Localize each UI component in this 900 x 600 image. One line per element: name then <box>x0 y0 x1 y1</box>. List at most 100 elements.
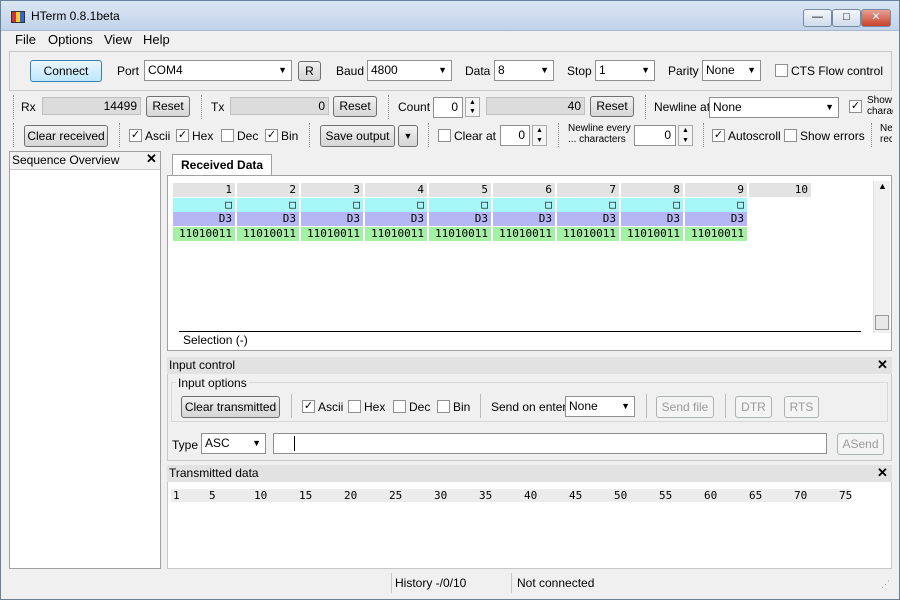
stop-bits-select[interactable]: 1 ▼ <box>595 60 655 81</box>
port-select[interactable]: COM4 ▼ <box>144 60 292 81</box>
vertical-scrollbar[interactable]: ▲ <box>873 181 890 333</box>
input-bin-checkbox[interactable] <box>437 400 450 413</box>
maximize-button[interactable]: □ <box>832 9 861 27</box>
send-file-button[interactable]: Send file <box>656 396 714 418</box>
ruler-tick-label: 20 <box>344 489 358 502</box>
count-spinner[interactable]: 0 <box>433 97 463 118</box>
ruler-tick-label: 55 <box>659 489 673 502</box>
toolbar-grip <box>13 123 14 147</box>
count-spin-arrows[interactable]: ▲ ▼ <box>465 97 480 117</box>
display-bin-checkbox[interactable]: ✓ <box>265 129 278 142</box>
tx-reset-button[interactable]: Reset <box>333 96 377 117</box>
close-icon[interactable]: ✕ <box>877 465 888 481</box>
newline-every-spinner[interactable]: 0 <box>634 125 676 146</box>
display-dec-checkbox[interactable] <box>221 129 234 142</box>
tx-counter: 0 <box>230 97 329 115</box>
newline-every-spin-arrows[interactable]: ▲ ▼ <box>678 125 693 146</box>
display-dec-label: Dec <box>237 129 259 143</box>
scroll-up-icon[interactable]: ▲ <box>878 181 887 191</box>
count-reset-button[interactable]: Reset <box>590 96 634 117</box>
refresh-ports-button[interactable]: R <box>298 61 321 81</box>
hex-cell: D3 <box>621 212 683 226</box>
clear-at-spin-arrows[interactable]: ▲ ▼ <box>532 125 547 146</box>
rts-button[interactable]: RTS <box>784 396 819 418</box>
separator <box>480 394 481 418</box>
selection-label: Selection (-) <box>183 333 248 347</box>
display-ascii-label: Ascii <box>145 129 171 143</box>
autoscroll-checkbox[interactable]: ✓ <box>712 129 725 142</box>
show-errors-checkbox[interactable] <box>784 129 797 142</box>
save-output-dropdown[interactable]: ▼ <box>398 125 418 147</box>
show-characters-checkbox[interactable]: ✓ <box>849 100 862 113</box>
ascii-cell: □ <box>557 198 619 212</box>
menu-file[interactable]: File <box>15 32 36 47</box>
minimize-button[interactable]: — <box>803 9 832 27</box>
baud-select[interactable]: 4800 ▼ <box>367 60 452 81</box>
asend-button[interactable]: ASend <box>837 433 884 455</box>
clear-at-label: Clear at <box>454 129 497 143</box>
close-icon[interactable]: ✕ <box>146 151 157 167</box>
send-on-enter-select[interactable]: None ▼ <box>565 396 635 417</box>
hex-cell: D3 <box>685 212 747 226</box>
ascii-cell: □ <box>685 198 747 212</box>
column-header: 9 <box>685 183 747 197</box>
connect-button[interactable]: Connect <box>30 60 102 82</box>
port-label: Port <box>117 64 140 78</box>
resize-grip-icon[interactable]: ⋰ <box>881 579 890 590</box>
clear-at-spinner[interactable]: 0 <box>500 125 530 146</box>
tab-received-data[interactable]: Received Data <box>172 154 272 176</box>
separator <box>119 123 120 147</box>
data-bits-select[interactable]: 8 ▼ <box>494 60 554 81</box>
ruler-tick-label: 10 <box>254 489 268 502</box>
cts-checkbox[interactable] <box>775 64 788 77</box>
parity-select[interactable]: None ▼ <box>702 60 761 81</box>
rx-reset-button[interactable]: Reset <box>146 96 190 117</box>
chevron-down-icon: ▼ <box>278 65 287 75</box>
input-dec-label: Dec <box>409 400 431 414</box>
parity-label: Parity <box>668 64 699 78</box>
scroll-thumb[interactable] <box>875 315 889 330</box>
display-bin-label: Bin <box>281 129 299 143</box>
ascii-cell: □ <box>429 198 491 212</box>
column-header: 6 <box>493 183 555 197</box>
menu-view[interactable]: View <box>104 32 132 47</box>
input-dec-checkbox[interactable] <box>393 400 406 413</box>
display-ascii-checkbox[interactable]: ✓ <box>129 129 142 142</box>
input-ascii-checkbox[interactable]: ✓ <box>302 400 315 413</box>
clear-at-checkbox[interactable] <box>438 129 451 142</box>
save-output-button[interactable]: Save output <box>320 125 395 147</box>
menu-options[interactable]: Options <box>48 32 93 47</box>
input-hex-checkbox[interactable] <box>348 400 361 413</box>
clear-received-button[interactable]: Clear received <box>24 125 108 147</box>
sequence-overview-panel <box>9 151 161 569</box>
close-icon[interactable]: ✕ <box>877 357 888 373</box>
separator <box>703 123 704 147</box>
display-hex-checkbox[interactable]: ✓ <box>176 129 189 142</box>
ruler-tick-label: 35 <box>479 489 493 502</box>
input-control-header: Input control <box>167 357 892 374</box>
clear-transmitted-button[interactable]: Clear transmitted <box>181 396 280 418</box>
type-select[interactable]: ASC ▼ <box>201 433 266 454</box>
text-cursor <box>294 436 295 451</box>
ascii-cell: □ <box>621 198 683 212</box>
window-title: HTerm 0.8.1beta <box>31 9 120 23</box>
app-icon <box>11 11 25 23</box>
history-status: History -/0/10 <box>395 576 467 590</box>
transmit-input[interactable] <box>273 433 827 454</box>
input-bin-label: Bin <box>453 400 471 414</box>
bin-cell: 11010011 <box>685 227 747 241</box>
cts-label: CTS Flow control <box>791 64 884 78</box>
newline-at-select[interactable]: None ▼ <box>709 97 839 118</box>
input-ascii-label: Ascii <box>318 400 344 414</box>
ruler-tick-label: 30 <box>434 489 448 502</box>
close-button[interactable]: ✕ <box>861 9 891 27</box>
sequence-overview-header: Sequence Overview <box>10 152 160 169</box>
bin-cell: 11010011 <box>557 227 619 241</box>
dtr-button[interactable]: DTR <box>735 396 772 418</box>
separator <box>291 394 292 418</box>
menu-help[interactable]: Help <box>143 32 170 47</box>
divider <box>10 169 160 170</box>
divider <box>391 573 392 593</box>
hex-cell: D3 <box>493 212 555 226</box>
separator <box>646 394 647 418</box>
